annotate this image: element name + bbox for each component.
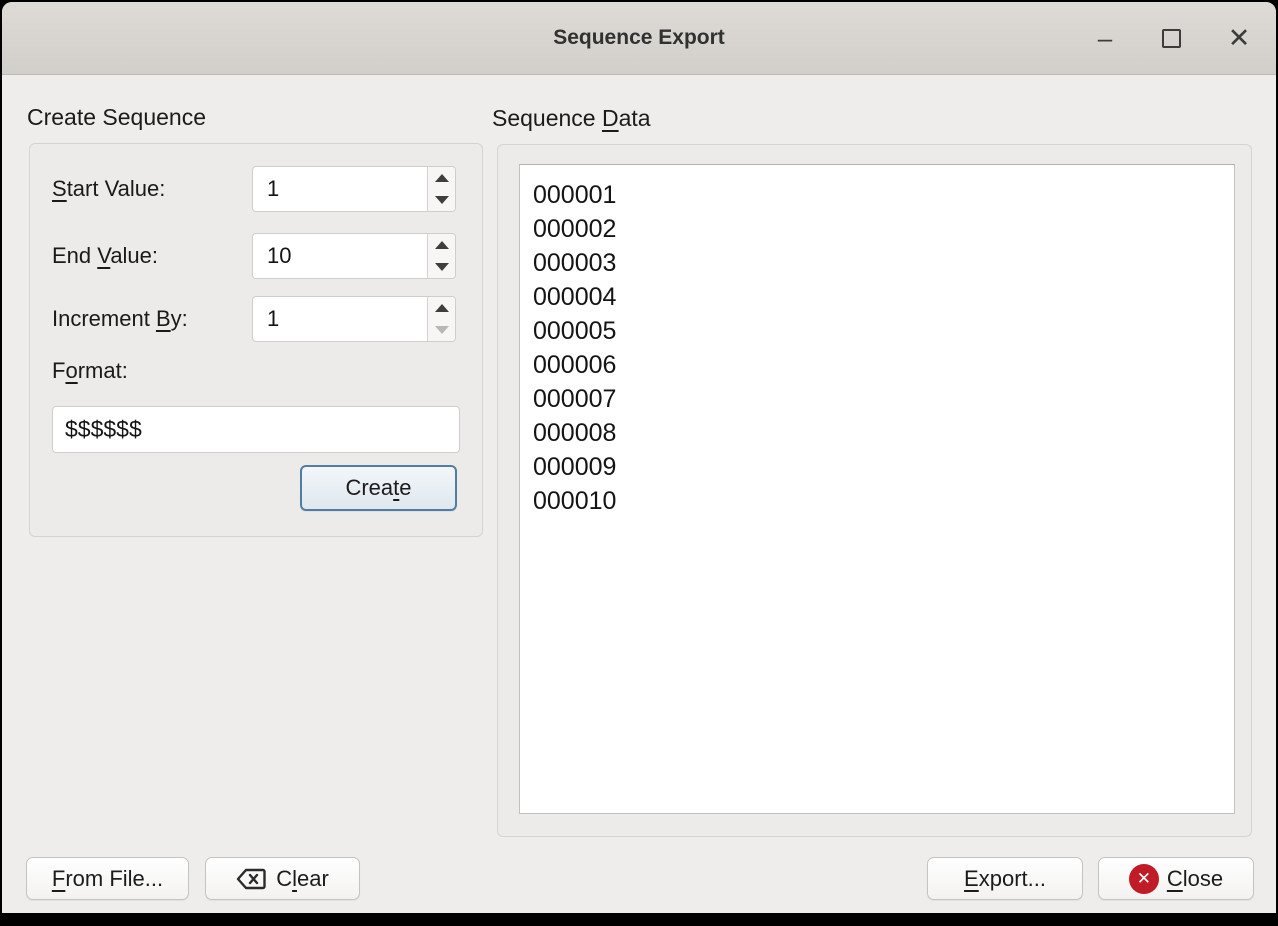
arrow-up-icon (435, 241, 449, 249)
start-value-label: Start Value: (52, 166, 165, 212)
create-sequence-heading: Create Sequence (27, 104, 206, 131)
export-button[interactable]: Export... (927, 857, 1083, 900)
window-title: Sequence Export (2, 2, 1276, 74)
sequence-data-textarea[interactable]: 0000010000020000030000040000050000060000… (519, 164, 1235, 814)
end-value-spinbox[interactable]: 10 (252, 233, 456, 279)
close-button[interactable]: ✕ Close (1098, 857, 1254, 900)
spin-down-button (428, 319, 455, 341)
increment-by-input[interactable]: 1 (253, 297, 427, 341)
sequence-line: 000001 (533, 178, 1234, 212)
arrow-down-icon (435, 326, 449, 334)
from-file-button-label: From File... (52, 866, 163, 892)
maximize-icon (1162, 29, 1181, 48)
spin-up-button[interactable] (428, 167, 455, 189)
sequence-line: 000002 (533, 212, 1234, 246)
spin-down-button[interactable] (428, 189, 455, 211)
arrow-up-icon (435, 304, 449, 312)
screenshot-root: Sequence Export – ✕ Create Sequence Sequ… (0, 0, 1278, 926)
arrow-up-icon (435, 174, 449, 182)
end-value-spin-buttons (427, 234, 455, 278)
create-button[interactable]: Create (300, 465, 457, 511)
sequence-line: 000008 (533, 416, 1234, 450)
increment-by-spin-buttons (427, 297, 455, 341)
start-value-spin-buttons (427, 167, 455, 211)
sequence-line: 000009 (533, 450, 1234, 484)
sequence-line: 000006 (533, 348, 1234, 382)
titlebar[interactable]: Sequence Export – ✕ (2, 2, 1276, 75)
increment-by-label: Increment By: (52, 296, 188, 342)
sequence-export-dialog: Sequence Export – ✕ Create Sequence Sequ… (2, 2, 1276, 913)
sequence-line: 000007 (533, 382, 1234, 416)
arrow-down-icon (435, 196, 449, 204)
clear-button[interactable]: Clear (205, 857, 360, 900)
format-label: Format: (52, 351, 128, 391)
close-window-button[interactable]: ✕ (1226, 2, 1252, 74)
increment-by-spinbox[interactable]: 1 (252, 296, 456, 342)
arrow-down-icon (435, 263, 449, 271)
sequence-data-heading: Sequence Data (492, 105, 651, 132)
from-file-button[interactable]: From File... (26, 857, 189, 900)
sequence-line: 000010 (533, 484, 1234, 518)
backspace-icon (236, 868, 266, 890)
end-value-label: End Value: (52, 233, 158, 279)
spin-up-button[interactable] (428, 234, 455, 256)
export-button-label: Export... (964, 866, 1046, 892)
spin-down-button[interactable] (428, 256, 455, 278)
clear-button-label: Clear (276, 866, 329, 892)
create-sequence-groupbox: Start Value: 1 End Value: 10 Increment B… (29, 143, 483, 537)
minimize-button[interactable]: – (1092, 2, 1118, 82)
sequence-line: 000004 (533, 280, 1234, 314)
sequence-line: 000005 (533, 314, 1234, 348)
start-value-spinbox[interactable]: 1 (252, 166, 456, 212)
create-button-label: Create (345, 475, 411, 501)
sequence-line: 000003 (533, 246, 1234, 280)
spin-up-button[interactable] (428, 297, 455, 319)
close-button-icon: ✕ (1129, 864, 1159, 894)
maximize-button[interactable] (1158, 2, 1184, 74)
sequence-data-frame: 0000010000020000030000040000050000060000… (497, 144, 1252, 837)
minimize-icon: – (1098, 23, 1112, 54)
start-value-input[interactable]: 1 (253, 167, 427, 211)
format-input[interactable]: $$$$$$ (52, 406, 460, 453)
end-value-input[interactable]: 10 (253, 234, 427, 278)
close-window-icon: ✕ (1228, 23, 1251, 54)
close-button-label: Close (1167, 866, 1223, 892)
